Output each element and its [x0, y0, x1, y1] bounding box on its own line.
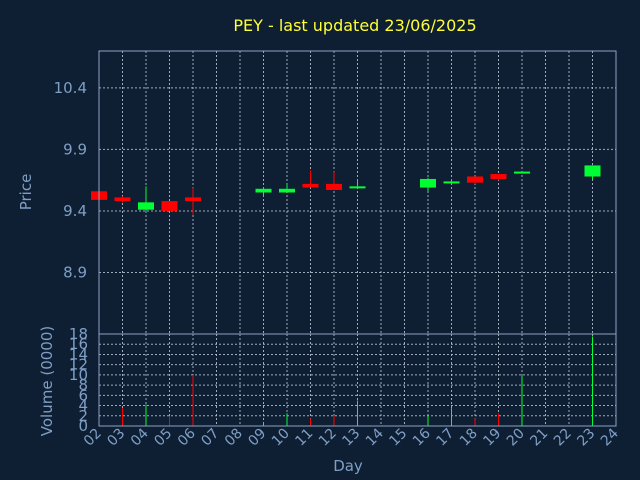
volume-tick-label: 18 — [69, 325, 88, 343]
x-axis-label: Day — [333, 457, 363, 475]
candle-body — [326, 183, 342, 191]
candle-body — [138, 202, 154, 210]
candle-body — [490, 174, 507, 179]
candle-body — [349, 186, 366, 189]
price-tick-label: 8.9 — [63, 263, 87, 281]
candle-body — [279, 188, 295, 193]
candle-body — [114, 197, 131, 202]
price-tick-label: 9.9 — [63, 140, 87, 158]
candle-body — [514, 171, 530, 174]
candle-body — [420, 178, 436, 188]
chart-svg: PEY - last updated 23/06/2025 8.9 9.4 9.9 1… — [0, 0, 640, 480]
candle — [161, 201, 178, 211]
x-tick-labels: 02 03 04 05 06 07 08 09 10 11 12 13 14 15 16 17 18 19 20 21… — [81, 425, 622, 449]
chart-background — [0, 0, 640, 480]
candle-body — [255, 188, 272, 193]
price-tick-label: 9.4 — [63, 202, 87, 220]
volume-axis-label: Volume (0000) — [38, 326, 56, 436]
candle-body — [467, 176, 483, 183]
candle — [514, 171, 530, 174]
candle-body — [161, 201, 178, 211]
candle-body — [584, 165, 601, 177]
candle-body — [443, 181, 460, 184]
price-axis-label: Price — [17, 174, 35, 211]
chart-title: PEY - last updated 23/06/2025 — [233, 16, 476, 35]
price-tick-label: 10.4 — [54, 79, 87, 97]
candle-body — [302, 183, 319, 188]
candle-body — [185, 197, 201, 202]
